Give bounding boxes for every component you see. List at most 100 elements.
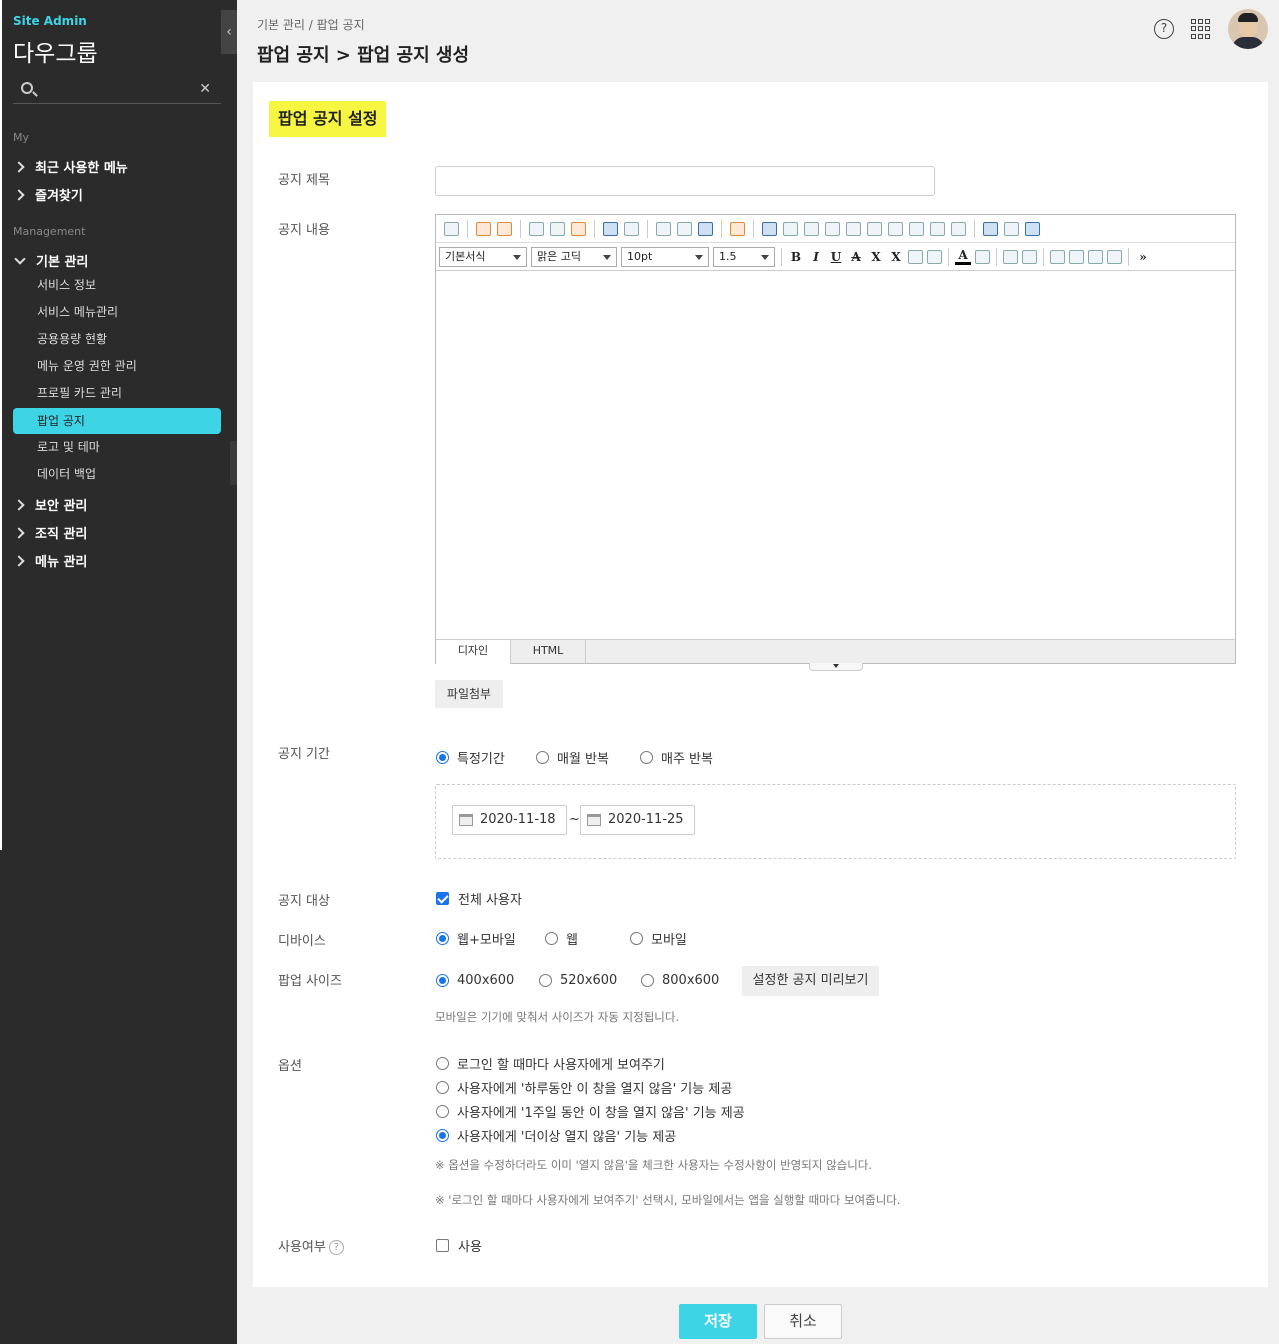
size-520-radio[interactable]: 520x600 — [539, 973, 617, 988]
select-all-icon[interactable] — [603, 221, 618, 236]
font-color-icon[interactable]: A — [955, 248, 971, 265]
help-icon[interactable]: ? — [1154, 19, 1174, 39]
apps-grid-icon[interactable] — [1191, 19, 1211, 39]
period-specific-radio[interactable]: 특정기간 — [436, 748, 505, 767]
tab-design[interactable]: 디자인 — [436, 640, 511, 664]
bold-icon[interactable]: B — [788, 250, 804, 264]
sidebar-item-data-backup[interactable]: 데이터 백업 — [13, 461, 221, 487]
ordered-list-icon[interactable] — [1003, 249, 1018, 264]
strikethrough-icon[interactable]: A — [848, 250, 864, 264]
align-left-icon[interactable] — [1050, 249, 1065, 264]
format-select[interactable]: 기본서식 — [439, 246, 527, 267]
table-cell-icon[interactable] — [804, 221, 819, 236]
more-tools-icon[interactable]: » — [1135, 250, 1151, 264]
target-all-checkbox[interactable]: 전체 사용자 — [436, 889, 522, 908]
period-monthly-radio[interactable]: 매월 반복 — [536, 748, 609, 767]
usage-checkbox[interactable]: 사용 — [436, 1236, 482, 1255]
device-web-mobile-radio[interactable]: 웹+모바일 — [436, 929, 516, 948]
sidebar-item-service-menu[interactable]: 서비스 메뉴관리 — [13, 299, 221, 325]
title-input[interactable] — [435, 166, 935, 196]
device-web-radio[interactable]: 웹 — [545, 929, 578, 948]
device-mobile-radio[interactable]: 모바일 — [630, 929, 687, 948]
tab-html[interactable]: HTML — [511, 640, 586, 664]
sidebar-group-security[interactable]: 보안 관리 — [13, 495, 87, 514]
sidebar-resize-handle[interactable] — [230, 441, 237, 485]
sidebar-item-logo-theme[interactable]: 로고 및 테마 — [13, 434, 221, 460]
editor-resize-grip[interactable] — [809, 663, 863, 671]
sidebar-group-recent[interactable]: 최근 사용한 메뉴 — [13, 157, 128, 176]
table-edit-icon[interactable] — [783, 221, 798, 236]
sidebar-item-menu-permission[interactable]: 메뉴 운영 권한 관리 — [13, 353, 221, 379]
table-merge-icon[interactable] — [825, 221, 840, 236]
sidebar-group-menu[interactable]: 메뉴 관리 — [13, 551, 87, 570]
sidebar-item-service-info[interactable]: 서비스 정보 — [13, 272, 221, 298]
paste-icon[interactable] — [571, 221, 586, 236]
table-icon[interactable] — [762, 221, 777, 236]
clear-format-icon[interactable] — [908, 249, 923, 264]
preview-button[interactable]: 설정한 공지 미리보기 — [742, 966, 879, 996]
cancel-button[interactable]: 취소 — [764, 1304, 842, 1339]
cut-icon[interactable] — [550, 221, 565, 236]
insert-date-icon[interactable] — [698, 221, 713, 236]
editor-mode-tabs: 디자인 HTML — [436, 639, 1235, 664]
end-date-input[interactable]: 2020-11-25 — [580, 805, 695, 835]
underline-icon[interactable]: U — [828, 250, 844, 264]
option-note-1: ※ 옵션을 수정하더라도 이미 '열지 않음'을 체크한 사용자는 수정사항이 … — [435, 1158, 873, 1172]
editor-content-area[interactable] — [436, 272, 1235, 639]
highlight-color-icon[interactable] — [975, 249, 990, 264]
sidebar-item-storage[interactable]: 공용용량 현황 — [13, 326, 221, 352]
image-icon[interactable] — [983, 221, 998, 236]
new-doc-icon[interactable] — [444, 221, 459, 236]
sidebar-item-popup-notice[interactable]: 팝업 공지 — [13, 408, 221, 434]
copy-icon[interactable] — [529, 221, 544, 236]
start-date-input[interactable]: 2020-11-18 — [452, 805, 567, 835]
undo-icon[interactable] — [476, 221, 491, 236]
table-col-icon[interactable] — [867, 221, 882, 236]
period-weekly-radio[interactable]: 매주 반복 — [640, 748, 713, 767]
emoticon-icon[interactable] — [730, 221, 745, 236]
line-height-select[interactable]: 1.5 — [713, 246, 775, 267]
special-char-icon[interactable] — [656, 221, 671, 236]
clear-search-icon[interactable]: ✕ — [199, 81, 211, 97]
table-style-icon[interactable] — [930, 221, 945, 236]
format-painter-icon[interactable] — [927, 249, 942, 264]
avatar[interactable] — [1228, 9, 1268, 49]
unordered-list-icon[interactable] — [1022, 249, 1037, 264]
db-icon[interactable] — [1025, 221, 1040, 236]
fill-icon[interactable] — [951, 221, 966, 236]
sidebar-group-org[interactable]: 조직 관리 — [13, 523, 87, 542]
subscript-icon[interactable]: X — [888, 250, 904, 264]
table-row-icon[interactable] — [846, 221, 861, 236]
sidebar-group-basic[interactable]: 기본 관리 — [13, 251, 88, 270]
font-size-select[interactable]: 10pt — [621, 246, 709, 267]
brand-title[interactable]: 다우그룹 — [13, 34, 98, 68]
source-code-icon[interactable] — [1004, 221, 1019, 236]
size-800-radio[interactable]: 800x600 — [641, 973, 719, 988]
align-center-icon[interactable] — [1069, 249, 1084, 264]
font-family-select[interactable]: 맑은 고딕 — [531, 246, 617, 267]
size-note: 모바일은 기기에 맞춰서 사이즈가 자동 지정됩니다. — [435, 1010, 680, 1024]
redo-icon[interactable] — [497, 221, 512, 236]
align-right-icon[interactable] — [1088, 249, 1103, 264]
table-delete-icon[interactable] — [909, 221, 924, 236]
chevron-right-icon — [13, 160, 25, 173]
horizontal-line-icon[interactable] — [677, 221, 692, 236]
size-400-radio[interactable]: 400x600 — [436, 973, 514, 988]
find-replace-icon[interactable] — [624, 221, 639, 236]
help-icon[interactable]: ? — [328, 1240, 344, 1255]
option-hide-one-day[interactable]: 사용자에게 '하루동안 이 창을 열지 않음' 기능 제공 — [436, 1078, 732, 1097]
sidebar-item-profile-card[interactable]: 프로필 카드 관리 — [13, 380, 221, 406]
italic-icon[interactable]: I — [808, 250, 824, 264]
option-hide-one-week[interactable]: 사용자에게 '1주일 동안 이 창을 열지 않음' 기능 제공 — [436, 1102, 745, 1121]
sidebar-group-favorites[interactable]: 즐겨찾기 — [13, 185, 83, 204]
option-show-every-login[interactable]: 로그인 할 때마다 사용자에게 보여주기 — [436, 1054, 665, 1073]
sidebar-collapse-button[interactable]: ‹ — [221, 10, 237, 54]
chevron-right-icon — [13, 554, 25, 567]
sidebar-search[interactable]: ✕ — [13, 76, 221, 104]
option-never-show[interactable]: 사용자에게 '더이상 열지 않음' 기능 제공 — [436, 1126, 676, 1145]
table-split-icon[interactable] — [888, 221, 903, 236]
align-justify-icon[interactable] — [1107, 249, 1122, 264]
attach-file-button[interactable]: 파일첨부 — [435, 680, 503, 708]
save-button[interactable]: 저장 — [679, 1304, 757, 1339]
superscript-icon[interactable]: X — [868, 250, 884, 264]
